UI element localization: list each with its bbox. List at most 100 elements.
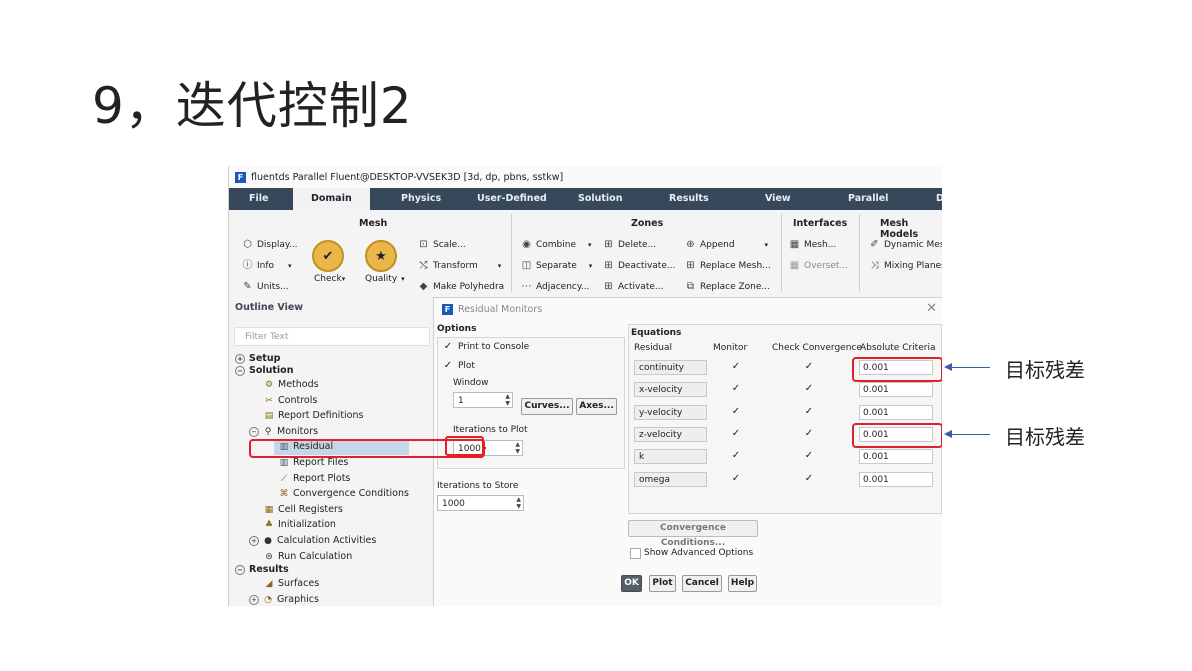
tree-report-definitions[interactable]: ▤ Report Definitions — [264, 410, 364, 421]
tree-setup[interactable]: + Setup — [235, 353, 280, 364]
append-button[interactable]: ⊕ Append ▾ — [685, 239, 768, 250]
plot-button[interactable]: Plot — [649, 575, 676, 592]
delete-button[interactable]: ⊞ Delete... — [603, 239, 656, 250]
window-label: Window — [453, 378, 489, 388]
menu-view[interactable]: View — [765, 188, 791, 210]
absolute-criteria-input[interactable]: 0.001 — [859, 471, 933, 487]
display-button[interactable]: ⬡ Display... — [242, 239, 297, 250]
collapse-icon[interactable]: − — [249, 426, 259, 437]
chevron-down-icon: ▾ — [588, 240, 592, 249]
expand-icon[interactable]: + — [235, 353, 245, 364]
info-button[interactable]: ⓘ Info ▾ — [242, 260, 292, 271]
replace-mesh-button[interactable]: ⊞ Replace Mesh... — [685, 260, 770, 271]
expand-icon[interactable]: + — [249, 594, 259, 605]
separate-button[interactable]: ◫ Separate ▾ — [521, 260, 593, 271]
activate-button[interactable]: ⊞ Activate... — [603, 281, 663, 292]
menu-user-defined[interactable]: User-Defined — [477, 188, 547, 210]
expand-icon[interactable]: + — [249, 535, 259, 546]
tree-calculation-activities[interactable]: + ● Calculation Activities — [249, 535, 376, 546]
interface-mesh-icon: ▦ — [789, 239, 800, 250]
plot-checkbox[interactable]: ✓ — [443, 361, 453, 371]
menu-physics[interactable]: Physics — [401, 188, 441, 210]
tree-results[interactable]: − Results — [235, 564, 289, 575]
monitor-checkbox[interactable]: ✓ — [731, 384, 741, 394]
monitor-checkbox[interactable]: ✓ — [731, 473, 741, 484]
monitor-checkbox[interactable]: ✓ — [731, 362, 741, 372]
monitor-checkbox[interactable]: ✓ — [731, 451, 741, 461]
tree-convergence-conditions[interactable]: ⌘ Convergence Conditions — [279, 488, 409, 499]
magnifier-icon: ⚲ — [264, 426, 272, 437]
mixing-planes-button[interactable]: ⤨ Mixing Planes — [869, 260, 943, 271]
print-to-console-checkbox[interactable]: ✓ — [443, 342, 453, 352]
window-spinner[interactable]: 1 ▲ ▼ — [453, 392, 513, 408]
monitor-checkbox[interactable]: ✓ — [731, 428, 741, 439]
convergence-conditions-button[interactable]: Convergence Conditions... — [628, 520, 758, 548]
absolute-criteria-input[interactable]: 0.001 — [859, 404, 933, 420]
show-advanced-checkbox[interactable] — [630, 548, 641, 559]
axes-button[interactable]: Axes... — [576, 398, 617, 415]
check-button[interactable]: Check ▾ — [314, 274, 345, 284]
report-definitions-icon: ▤ — [264, 410, 274, 421]
annotation-target-residual-1: 目标残差 — [1005, 358, 1085, 382]
menu-parallel[interactable]: Parallel — [848, 188, 888, 210]
dynamic-mesh-button[interactable]: ✐Dynamic Mesh — [869, 239, 942, 250]
mixing-planes-icon: ⤨ — [870, 260, 879, 271]
residual-monitors-dialog: F Residual Monitors ✕ Options ✓ Print to … — [433, 297, 942, 606]
tree-graphics[interactable]: + ◔ Graphics — [249, 594, 319, 605]
annotation-target-residual-2: 目标残差 — [1005, 425, 1085, 449]
tree-report-files[interactable]: ▥ Report Files — [279, 457, 349, 468]
chevron-down-icon: ▾ — [764, 240, 769, 249]
absolute-criteria-input[interactable]: 0.001 — [859, 382, 933, 398]
replace-zone-button[interactable]: ⧉ Replace Zone... — [685, 281, 770, 292]
transform-button[interactable]: ⤭ Transform ▾ — [418, 260, 502, 271]
check-convergence-checkbox[interactable]: ✓ — [804, 362, 814, 372]
units-button[interactable]: ✎ Units... — [242, 281, 288, 292]
absolute-criteria-input[interactable]: 0.001 — [859, 449, 933, 465]
menu-results[interactable]: Results — [669, 188, 709, 210]
cancel-button[interactable]: Cancel — [682, 575, 722, 592]
check-convergence-checkbox[interactable]: ✓ — [804, 384, 814, 394]
menu-domain[interactable]: Domain — [293, 188, 370, 210]
report-files-icon: ▥ — [279, 457, 289, 468]
quality-button[interactable]: Quality ▾ — [365, 274, 405, 284]
curves-button[interactable]: Curves... — [521, 398, 573, 415]
make-polyhedra-button[interactable]: ◆ Make Polyhedra — [418, 281, 505, 292]
iterations-to-store-spinner[interactable]: 1000 ▲ ▼ — [437, 495, 524, 511]
tree-run-calculation[interactable]: ⊜ Run Calculation — [264, 551, 352, 562]
spinner-arrows-icon[interactable]: ▲ ▼ — [515, 441, 520, 455]
menu-more[interactable]: D — [936, 188, 942, 210]
collapse-icon[interactable]: − — [235, 365, 245, 376]
collapse-icon[interactable]: − — [235, 564, 245, 575]
tree-methods[interactable]: ⚙ Methods — [264, 379, 319, 390]
help-button[interactable]: Help — [728, 575, 757, 592]
filter-input[interactable]: Filter Text — [234, 327, 430, 346]
combine-button[interactable]: ◉ Combine ▾ — [521, 239, 592, 250]
tree-initialization[interactable]: ♣ Initialization — [264, 519, 336, 530]
tree-cell-registers[interactable]: ▦ Cell Registers — [264, 504, 343, 515]
interfaces-mesh-button[interactable]: ▦ Mesh... — [789, 239, 837, 250]
check-convergence-checkbox[interactable]: ✓ — [804, 406, 814, 417]
check-convergence-checkbox[interactable]: ✓ — [804, 473, 814, 484]
spinner-arrows-icon[interactable]: ▲ ▼ — [505, 393, 510, 407]
tree-controls[interactable]: ✂ Controls — [264, 395, 317, 406]
ok-button[interactable]: OK — [621, 575, 642, 592]
spinner-arrows-icon[interactable]: ▲ ▼ — [516, 496, 521, 510]
tree-monitors[interactable]: − ⚲ Monitors — [249, 426, 318, 437]
overset-button[interactable]: ▦ Overset... — [789, 260, 848, 271]
check-convergence-checkbox[interactable]: ✓ — [804, 428, 814, 439]
check-convergence-checkbox[interactable]: ✓ — [804, 451, 814, 461]
close-icon[interactable]: ✕ — [926, 301, 937, 316]
menu-file[interactable]: File — [249, 188, 268, 210]
tree-report-plots[interactable]: ⟋ Report Plots — [279, 473, 351, 484]
calculation-activities-icon: ● — [264, 535, 272, 546]
scale-button[interactable]: ⊡ Scale... — [418, 239, 466, 250]
initialization-icon: ♣ — [264, 519, 274, 530]
menu-solution[interactable]: Solution — [578, 188, 622, 210]
append-icon: ⊕ — [686, 239, 695, 250]
adjacency-button[interactable]: ⋯ Adjacency... — [521, 281, 590, 292]
deactivate-button[interactable]: ⊞ Deactivate... — [603, 260, 675, 271]
tree-solution[interactable]: − Solution — [235, 365, 293, 376]
convergence-icon: ⌘ — [279, 488, 289, 499]
monitor-checkbox[interactable]: ✓ — [731, 406, 741, 417]
tree-surfaces[interactable]: ◢ Surfaces — [264, 578, 320, 589]
